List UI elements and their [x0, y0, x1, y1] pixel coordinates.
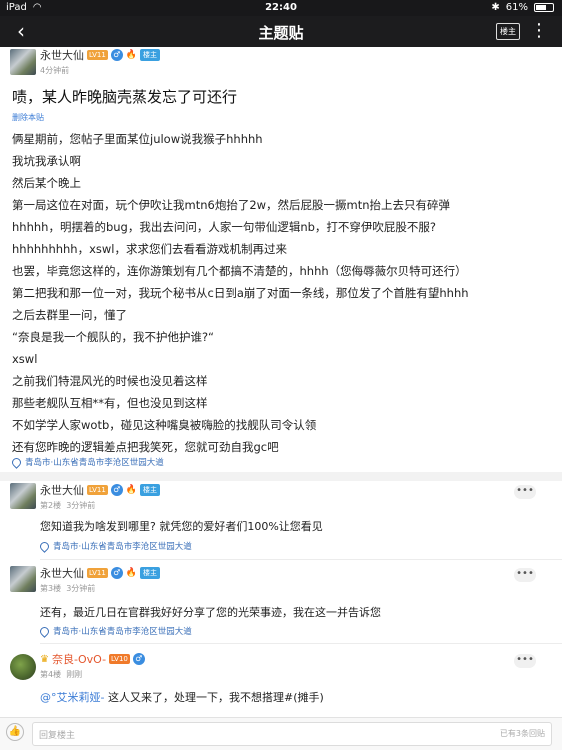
- level-badge: LV11: [87, 568, 108, 578]
- reply-header: ♛ 奈良-OvO- LV10 ♂ 第4楼 刚刚 •••: [10, 652, 550, 680]
- post-body-line: “奈良是我一个舰队的，我不护他护谁?“: [12, 330, 215, 344]
- author-line: 永世大仙 LV11 ♂ 🔥 楼主: [40, 565, 161, 581]
- post-body-line: 我坑我承认啊: [12, 154, 81, 168]
- location-text: 青岛市·山东省青岛市李沧区世园大道: [25, 458, 164, 468]
- post-body: 俩星期前，您帖子里面某位julow说我猴子hhhhh 我坑我承认啊 然后某个晚上第一…: [12, 128, 552, 458]
- level-badge: LV11: [87, 50, 108, 60]
- location-text: 青岛市·山东省青岛市李沧区世园大道: [53, 542, 192, 552]
- like-icon[interactable]: 👍: [6, 723, 24, 741]
- male-icon: ♂: [110, 484, 123, 496]
- post-body-line: 第一局这位在对面，玩个伊吹让我mtn6炮抬了2w，然后屁股一撅mtn抬上去只有碎…: [12, 198, 451, 212]
- op-badge: 楼主: [140, 484, 161, 496]
- reply-item: ♛ 奈良-OvO- LV10 ♂ 第4楼 刚刚 ••• @°艾米莉娅- 这人又来…: [0, 652, 562, 712]
- reply-time: 3分钟前: [66, 501, 96, 510]
- op-badge: 楼主: [140, 567, 161, 579]
- post-body-line: 第二把我和那一位一对，我玩个秘书从c日到a崩了对面一条线，那位发了个首胜有望hh…: [12, 286, 469, 300]
- crown-icon: ♛: [40, 653, 49, 665]
- delete-post-link[interactable]: 删除本贴: [12, 112, 44, 123]
- author-name[interactable]: 永世大仙: [40, 47, 84, 63]
- page-title: 主题贴: [258, 24, 304, 42]
- location-pin-icon: [38, 539, 51, 553]
- reply-text: @°艾米莉娅- 这人又来了，处理一下，我不想搭理#(摊手): [40, 689, 324, 705]
- status-right: ✱ 61%: [491, 2, 554, 13]
- reply-meta: 第4楼 刚刚: [40, 669, 82, 680]
- reply-meta: 第3楼 3分钟前: [40, 583, 95, 594]
- mention-link[interactable]: @°艾米莉娅-: [40, 691, 104, 704]
- location-pin-icon: [10, 455, 23, 469]
- author-name[interactable]: 永世大仙: [40, 482, 84, 498]
- post-body-line: xswl: [12, 352, 38, 366]
- reply-input[interactable]: 回复楼主 已有3条回贴: [32, 722, 552, 746]
- male-icon: ♂: [132, 653, 145, 665]
- more-icon[interactable]: •••: [514, 654, 536, 668]
- reply-text: 您知道我为啥发到哪里? 就凭您的爱好者们100%让您看见: [40, 520, 323, 533]
- reply-count: 已有3条回贴: [499, 729, 545, 738]
- author-line: 永世大仙 LV11 ♂ 🔥 楼主: [40, 482, 161, 498]
- floor-number: 第3楼: [40, 584, 62, 593]
- male-icon: ♂: [110, 49, 123, 61]
- battery-percent: 61%: [505, 2, 528, 13]
- battery-fill: [536, 5, 546, 10]
- fire-icon: 🔥: [125, 50, 138, 60]
- level-badge: LV10: [109, 654, 130, 664]
- post-time: 4分钟前: [40, 66, 70, 75]
- reply-separator: [40, 559, 562, 560]
- reply-item: 永世大仙 LV11 ♂ 🔥 楼主 第2楼 3分钟前 ••• 您知道我为啥发到哪里…: [0, 483, 562, 561]
- reply-location[interactable]: 青岛市·山东省青岛市李沧区世园大道: [38, 624, 192, 638]
- fire-icon: 🔥: [125, 568, 138, 578]
- reply-header: 永世大仙 LV11 ♂ 🔥 楼主 第3楼 3分钟前 •••: [10, 566, 550, 594]
- reply-text-body: 这人又来了，处理一下，我不想搭理#(摊手): [104, 691, 324, 704]
- more-icon[interactable]: •••: [514, 568, 536, 582]
- only-op-button[interactable]: 楼主: [496, 23, 520, 40]
- reply-text: 还有，最近几日在官群我好好分享了您的光荣事迹，我在这一并告诉您: [40, 606, 381, 619]
- floor-number: 第2楼: [40, 501, 62, 510]
- more-options-icon[interactable]: ⋮: [530, 19, 548, 43]
- battery-icon: [534, 3, 554, 12]
- post-body-line: 不如学学人家wotb，碰见这种嘴臭被嗨脸的找舰队司令认领: [12, 418, 317, 432]
- post-body-line: 之前我们特混风光的时候也没见着这样: [12, 374, 208, 388]
- level-badge: LV11: [87, 485, 108, 495]
- post-body-line: hhhhh，明摆着的bug，我出去问问，人家一句带仙逻辑nb，打不穿伊吹屁股不服…: [12, 220, 437, 234]
- post-body-line: 那些老舰队互相**有，但也没见到这样: [12, 396, 208, 410]
- male-icon: ♂: [110, 567, 123, 579]
- location-pin-icon: [38, 624, 51, 638]
- reply-header: 永世大仙 LV11 ♂ 🔥 楼主 第2楼 3分钟前 •••: [10, 483, 550, 511]
- reply-placeholder: 回复楼主: [39, 731, 76, 741]
- bluetooth-icon: ✱: [491, 2, 500, 13]
- post-header: 永世大仙 LV11 ♂ 🔥 楼主 4分钟前: [10, 48, 552, 78]
- post-body-line: 还有您昨晚的逻辑差点把我笑死，您就可劲自我gc吧: [12, 440, 279, 454]
- avatar[interactable]: [10, 654, 36, 680]
- author-line: 永世大仙 LV11 ♂ 🔥 楼主: [40, 47, 161, 63]
- avatar[interactable]: [10, 483, 36, 509]
- post-location[interactable]: 青岛市·山东省青岛市李沧区世园大道: [10, 455, 164, 469]
- post-title: 啧，某人昨晚脑壳蒸发忘了可还行: [12, 88, 238, 106]
- post-body-line: hhhhhhhhh，xswl，求求您们去看看游戏机制再过来: [12, 242, 287, 256]
- floor-number: 第4楼: [40, 670, 62, 679]
- op-badge: 楼主: [140, 49, 161, 61]
- post-body-line: 然后某个晚上: [12, 176, 81, 190]
- nav-bar: ‹ 主题贴 楼主 ⋮: [0, 16, 562, 47]
- location-text: 青岛市·山东省青岛市李沧区世园大道: [53, 627, 192, 637]
- avatar[interactable]: [10, 49, 36, 75]
- author-name[interactable]: 奈良-OvO-: [52, 651, 106, 667]
- bottom-bar: 👍 回复楼主 已有3条回贴: [0, 717, 562, 750]
- post-body-line: 俩星期前，您帖子里面某位julow说我猴子hhhhh: [12, 132, 263, 146]
- reply-separator: [40, 643, 562, 644]
- author-line: ♛ 奈良-OvO- LV10 ♂: [40, 652, 145, 666]
- section-divider: [0, 472, 562, 481]
- reply-item: 永世大仙 LV11 ♂ 🔥 楼主 第3楼 3分钟前 ••• 还有，最近几日在官群…: [0, 566, 562, 644]
- post-body-line: 之后去群里一问，懂了: [12, 308, 127, 322]
- author-name[interactable]: 永世大仙: [40, 565, 84, 581]
- status-time: 22:40: [265, 2, 297, 13]
- reply-time: 刚刚: [66, 670, 83, 679]
- reply-meta: 第2楼 3分钟前: [40, 500, 95, 511]
- status-bar: iPad ◠ 22:40 ✱ 61%: [0, 0, 562, 16]
- reply-time: 3分钟前: [66, 584, 96, 593]
- more-icon[interactable]: •••: [514, 485, 536, 499]
- reply-location[interactable]: 青岛市·山东省青岛市李沧区世园大道: [38, 539, 192, 553]
- post-body-line: 也罢，毕竟您这样的，连你游策划有几个都搞不清楚的，hhhh（您侮辱薇尔贝特可还行…: [12, 264, 467, 278]
- fire-icon: 🔥: [125, 485, 138, 495]
- avatar[interactable]: [10, 566, 36, 592]
